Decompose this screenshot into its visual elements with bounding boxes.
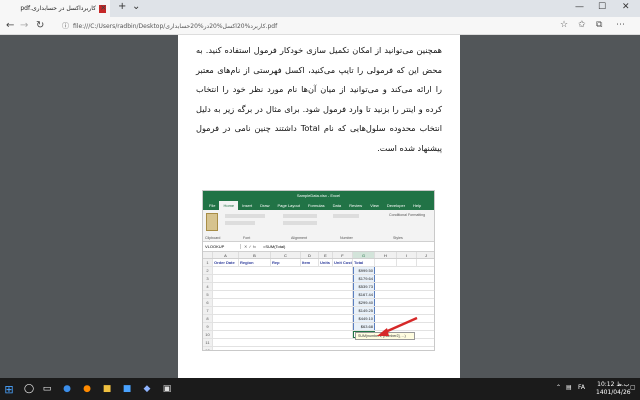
excel-tab: Insert (242, 203, 253, 208)
lang-indicator[interactable]: FA (578, 384, 585, 392)
group-label: Styles (393, 236, 403, 240)
font-style-row (225, 221, 255, 225)
excel-screenshot: SampleData.xlsx - Excel File Home Insert… (202, 190, 435, 351)
formula-bar: VLOOKUP ✕ ✓ fx =SUM(Total) (203, 242, 434, 252)
table-row: 11 (203, 339, 434, 347)
excel-ribbon-tabs: File Home Insert Draw Page Layout Formul… (203, 201, 434, 210)
group-label: Font (243, 236, 251, 240)
title-bar: کاربرداکسل در حسابداری.pdf × + ⌄ — ☐ ✕ (0, 0, 640, 17)
excel-tab: Draw (260, 203, 270, 208)
table-row: 7 $149.25 (203, 307, 434, 315)
excel-tab: Page Layout (277, 203, 300, 208)
table-row: 1 Order Date Region Rep Item Units Unit … (203, 259, 434, 267)
address-bar[interactable]: ⓘ file:///C:/Users/radbin/Desktop/کاربرد… (52, 19, 552, 33)
excel-tab: View (370, 203, 379, 208)
clock[interactable]: 10:12 ب.ظ 1401/04/26 (596, 381, 631, 397)
col-header: I (397, 252, 417, 258)
number-box (333, 214, 359, 218)
align-row (283, 214, 317, 218)
table-row: 2 $999.50 (203, 267, 434, 275)
collections-icon[interactable]: ⧉ (596, 20, 602, 30)
excel-ribbon: Clipboard Font Alignment Number Conditio… (203, 210, 434, 242)
network-icon[interactable]: ▤ (566, 384, 572, 392)
excel-tab: Developer (386, 203, 406, 208)
search-icon[interactable]: ◯ (22, 382, 36, 396)
col-header: B (239, 252, 271, 258)
excel-title: SampleData.xlsx - Excel (203, 191, 434, 201)
col-header: E (319, 252, 333, 258)
tab-pdf[interactable]: کاربرداکسل در حسابداری.pdf × (0, 0, 110, 17)
address-text: file:///C:/Users/radbin/Desktop/کاربرد%2… (73, 22, 278, 30)
paste-icon (206, 213, 218, 231)
conditional-formatting-label: Conditional Formatting (389, 213, 426, 217)
pdf-page: همچنین می‌توانید از امکان تکمیل سازی خود… (178, 35, 460, 378)
tray-chevron-icon[interactable]: ⌃ (556, 384, 561, 392)
pdf-viewer[interactable]: همچنین می‌توانید از امکان تکمیل سازی خود… (0, 35, 640, 378)
edge-icon[interactable]: ● (60, 382, 74, 396)
file-explorer-icon[interactable]: ■ (100, 382, 114, 396)
col-header: A (213, 252, 239, 258)
table-row: 3 $179.64 (203, 275, 434, 283)
col-header: G (353, 252, 375, 258)
col-header: D (301, 252, 319, 258)
excel-tab: Formulas (307, 203, 325, 208)
col-header: H (375, 252, 397, 258)
back-button[interactable]: ← (6, 20, 14, 31)
column-headers: A B C D E F G H I J (203, 252, 434, 259)
table-row: 4 $539.73 (203, 283, 434, 291)
align-row-2 (283, 221, 317, 225)
tab-dropdown-icon[interactable]: ⌄ (132, 1, 140, 12)
nav-bar: ← → ↻ ⓘ file:///C:/Users/radbin/Desktop/… (0, 17, 640, 35)
forward-button[interactable]: → (20, 20, 28, 31)
col-header: J (417, 252, 434, 258)
font-box (225, 214, 265, 218)
firefox-icon[interactable]: ● (80, 382, 94, 396)
excel-tab: Help (413, 203, 422, 208)
time: 10:12 ب.ظ (597, 381, 630, 388)
excel-tab: File (209, 203, 216, 208)
maximize-button[interactable]: ☐ (598, 2, 606, 12)
app-icon[interactable]: ■ (120, 382, 134, 396)
minimize-button[interactable]: — (575, 2, 584, 12)
info-icon: ⓘ (62, 22, 69, 30)
task-view-icon[interactable]: ▭ (40, 382, 54, 396)
group-label: Number (340, 236, 353, 240)
refresh-button[interactable]: ↻ (36, 20, 44, 31)
formula-text: =SUM(Total) (263, 244, 286, 249)
new-tab-button[interactable]: + (118, 1, 126, 12)
fx-icon: ✕ ✓ fx (244, 244, 257, 249)
tab-close-button[interactable]: × (100, 3, 107, 12)
body-paragraph: همچنین می‌توانید از امکان تکمیل سازی خود… (196, 45, 442, 153)
start-icon[interactable]: ⊞ (2, 382, 16, 396)
col-header: C (271, 252, 301, 258)
more-menu-icon[interactable]: ⋯ (616, 20, 625, 30)
red-arrow-icon (377, 316, 418, 336)
group-label: Alignment (291, 236, 307, 240)
date: 1401/04/26 (596, 389, 631, 396)
table-row: 12 (203, 347, 434, 350)
favorite-icon[interactable]: ☆ (560, 20, 568, 30)
excel-tab: Data (332, 203, 342, 208)
notification-icon[interactable]: ▢ (630, 384, 636, 392)
favorites-bar-icon[interactable]: ✩ (578, 20, 586, 30)
excel-tab: Review (349, 203, 363, 208)
name-box: VLOOKUP (203, 244, 241, 249)
group-label: Clipboard (205, 236, 221, 240)
tab-title: کاربرداکسل در حسابداری.pdf (20, 5, 96, 12)
table-row: 5 $167.44 (203, 291, 434, 299)
col-header: F (333, 252, 353, 258)
table-row: 6 $299.40 (203, 299, 434, 307)
excel-tab-home: Home (219, 201, 239, 210)
app-icon[interactable]: ▣ (160, 382, 174, 396)
close-window-button[interactable]: ✕ (622, 2, 630, 12)
taskbar: ⊞ ◯ ▭ ● ● ■ ■ ◆ ▣ ⌃ ▤ FA 10:12 ب.ظ 1401/… (0, 378, 640, 400)
app-icon[interactable]: ◆ (140, 382, 154, 396)
